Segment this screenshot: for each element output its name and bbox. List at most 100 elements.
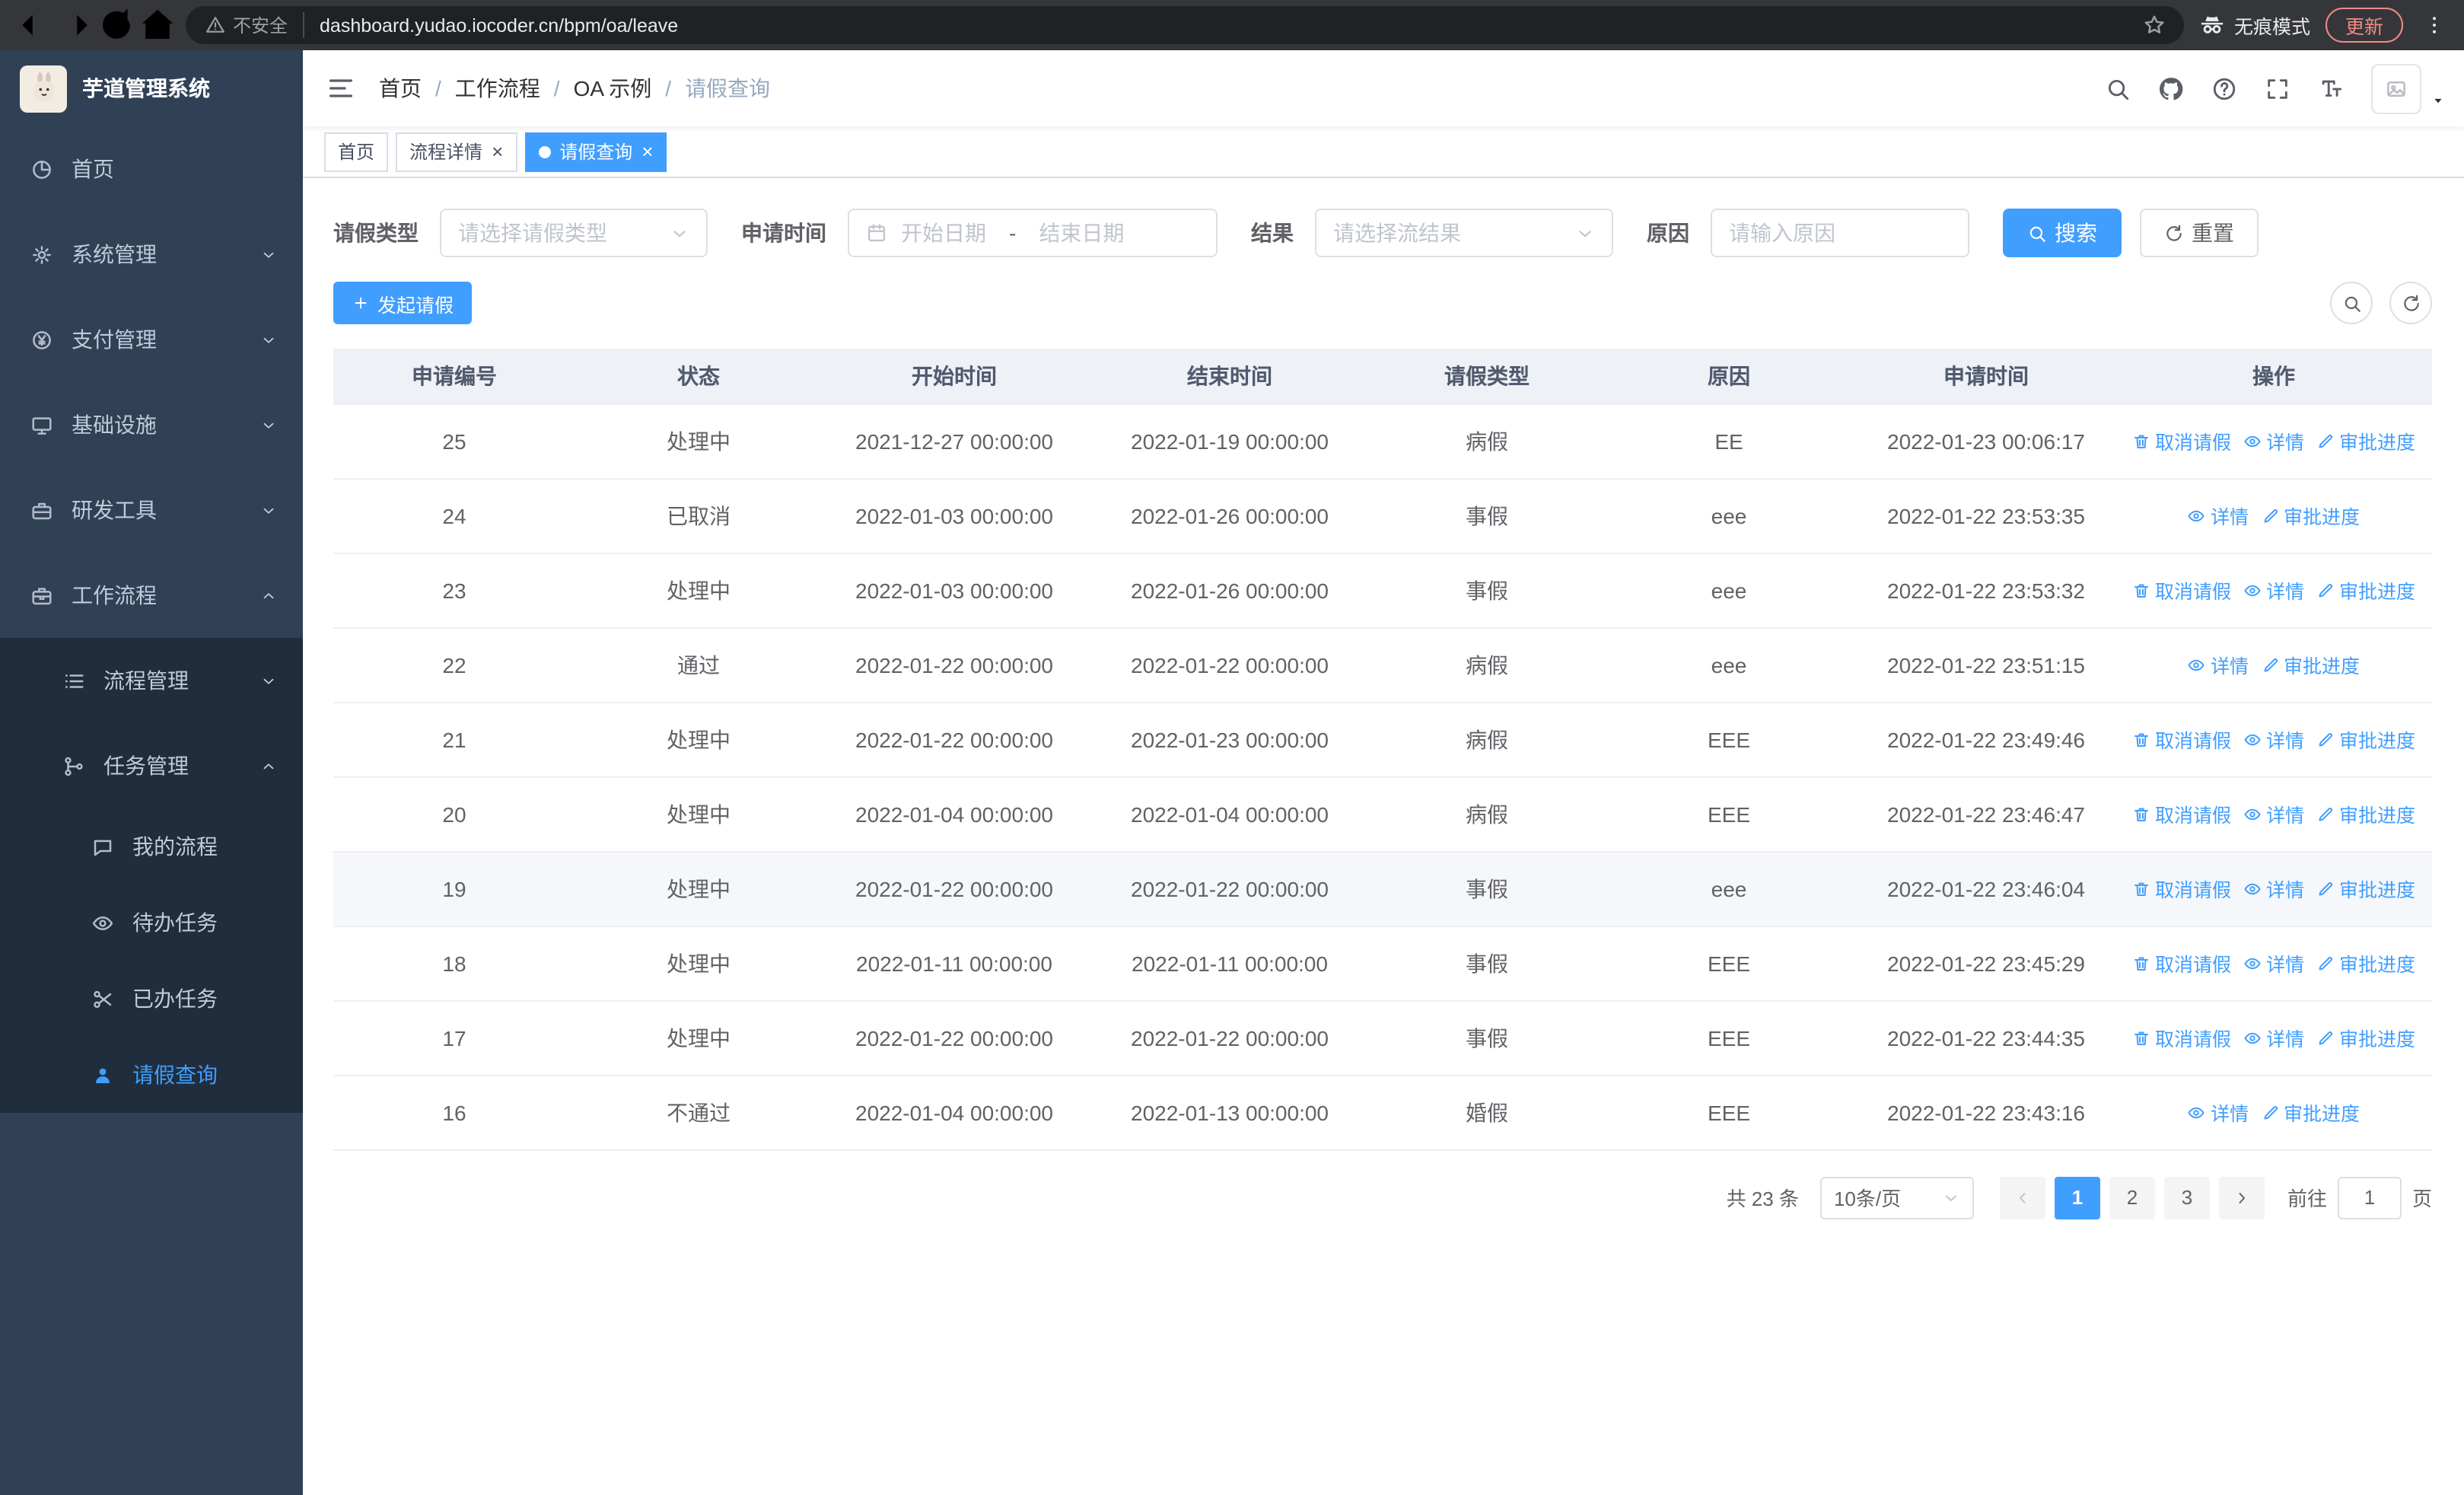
viewport: 不安全 dashboard.yudao.iocoder.cn/bpm/oa/le… [0,0,2464,1495]
approval-progress-link[interactable]: 审批进度 [2316,799,2415,828]
tab-home[interactable]: 首页 [324,132,389,171]
security-indicator[interactable]: 不安全 [205,12,305,38]
approval-progress-link[interactable]: 审批进度 [2316,426,2415,455]
gear-icon [30,243,53,266]
avatar-caret-down-icon[interactable] [2431,93,2446,108]
approval-progress-link[interactable]: 审批进度 [2316,575,2415,604]
approval-progress-link[interactable]: 审批进度 [2316,725,2415,754]
result-select[interactable]: 请选择流结果 [1315,209,1613,257]
table-row: 16 不通过 2022-01-04 00:00:00 2022-01-13 00:00… [333,1075,2432,1150]
sidebar-item-system[interactable]: 系统管理 [0,212,303,297]
close-icon[interactable]: × [492,142,503,161]
sidebar-item-devtools[interactable]: 研发工具 [0,467,303,553]
sidebar-item-process-management[interactable]: 流程管理 [0,638,303,723]
detail-link[interactable]: 详情 [2243,575,2304,604]
cell-actions: 取消请假 详情 审批进度 [2115,1000,2432,1076]
close-icon[interactable]: × [641,142,653,161]
leave-type-select[interactable]: 请选择请假类型 [440,209,708,257]
cancel-leave-link[interactable]: 取消请假 [2132,725,2231,754]
logo[interactable]: 芋道管理系统 [0,50,303,126]
avatar[interactable] [2371,63,2421,113]
breadcrumb-item[interactable]: 首页 [379,73,422,104]
refresh-table-button[interactable] [2389,282,2432,324]
help-icon[interactable] [2198,50,2251,126]
cancel-leave-link[interactable]: 取消请假 [2132,874,2231,903]
approval-progress-link[interactable]: 审批进度 [2261,1098,2360,1127]
forward-icon[interactable] [55,5,96,46]
update-button[interactable]: 更新 [2325,8,2403,43]
font-size-icon[interactable] [2304,50,2357,126]
sidebar-item-leave-query[interactable]: 请假查询 [0,1037,303,1113]
address-bar[interactable]: 不安全 dashboard.yudao.iocoder.cn/bpm/oa/le… [186,6,2184,44]
sidebar-item-task-management[interactable]: 任务管理 [0,723,303,808]
fullscreen-icon[interactable] [2251,50,2304,126]
kebab-menu-icon[interactable] [2418,14,2450,37]
detail-link[interactable]: 详情 [2188,650,2249,679]
toggle-search-button[interactable] [2330,282,2373,324]
home-icon[interactable] [137,5,178,46]
cancel-leave-link[interactable]: 取消请假 [2132,426,2231,455]
create-leave-button[interactable]: 发起请假 [333,282,473,324]
prev-page-button[interactable] [1999,1176,2045,1219]
tab-leave-query[interactable]: 请假查询 × [524,132,667,171]
breadcrumb-item[interactable]: 工作流程 [455,73,540,104]
reset-button[interactable]: 重置 [2140,209,2259,257]
page-button-1[interactable]: 1 [2054,1176,2100,1219]
search-icon[interactable] [2091,50,2144,126]
column-header: 操作 [2115,349,2432,404]
detail-link[interactable]: 详情 [2243,874,2304,903]
sidebar-item-payment[interactable]: 支付管理 [0,297,303,382]
reason-label: 原因 [1647,221,1689,245]
tab-process-detail[interactable]: 流程详情 × [396,132,517,171]
detail-link[interactable]: 详情 [2243,799,2304,828]
page-size-select[interactable]: 10条/页 [1819,1176,1974,1219]
leave-query-icon [91,1063,114,1086]
bookmark-star-icon[interactable] [2132,14,2176,37]
cell-leave-type: 事假 [1373,1000,1601,1076]
cancel-leave-link[interactable]: 取消请假 [2132,948,2231,977]
detail-link[interactable]: 详情 [2243,725,2304,754]
cell-actions: 取消请假 详情 审批进度 [2115,553,2432,628]
detail-link[interactable]: 详情 [2188,1098,2249,1127]
github-icon[interactable] [2144,50,2198,126]
next-page-button[interactable] [2218,1176,2265,1219]
back-icon[interactable] [14,5,55,46]
approval-progress-link[interactable]: 审批进度 [2316,948,2415,977]
page-button-3[interactable]: 3 [2163,1176,2210,1219]
cell-end-time: 2022-01-22 00:00:00 [1087,851,1373,926]
sidebar-item-my-process[interactable]: 我的流程 [0,808,303,885]
breadcrumb-item[interactable]: OA 示例 [574,73,652,104]
cell-leave-type: 事假 [1373,478,1601,553]
sidebar-item-todo-task[interactable]: 待办任务 [0,885,303,961]
cancel-leave-link[interactable]: 取消请假 [2132,799,2231,828]
detail-link[interactable]: 详情 [2188,501,2249,530]
reason-input[interactable] [1729,221,1951,245]
sidebar-toggle-icon[interactable] [303,50,379,126]
eye-icon [2243,1028,2262,1047]
sidebar-item-done-task[interactable]: 已办任务 [0,961,303,1037]
sidebar-item-infrastructure[interactable]: 基础设施 [0,382,303,467]
cell-end-time: 2022-01-26 00:00:00 [1087,553,1373,628]
reload-icon[interactable] [96,5,137,46]
tools-icon [30,499,53,521]
detail-link[interactable]: 详情 [2243,1023,2304,1052]
detail-link[interactable]: 详情 [2243,426,2304,455]
jump-page-input[interactable] [2337,1176,2402,1219]
approval-progress-link[interactable]: 审批进度 [2316,874,2415,903]
approval-progress-link[interactable]: 审批进度 [2316,1023,2415,1052]
edit-icon [2316,432,2335,450]
table-row: 21 处理中 2022-01-22 00:00:00 2022-01-23 00:00… [333,702,2432,777]
cancel-leave-link[interactable]: 取消请假 [2132,1023,2231,1052]
approval-progress-link[interactable]: 审批进度 [2261,501,2360,530]
approval-progress-link[interactable]: 审批进度 [2261,650,2360,679]
tab-label: 请假查询 [559,142,633,163]
apply-time-range-picker[interactable]: 开始日期 - 结束日期 [848,209,1218,257]
cancel-leave-link[interactable]: 取消请假 [2132,575,2231,604]
page-size-label: 10条/页 [1833,1187,1902,1210]
page-button-2[interactable]: 2 [2109,1176,2155,1219]
search-button[interactable]: 搜索 [2003,209,2122,257]
sidebar-item-workflow[interactable]: 工作流程 [0,553,303,638]
sidebar-item-home[interactable]: 首页 [0,126,303,212]
detail-link[interactable]: 详情 [2243,948,2304,977]
column-header: 开始时间 [822,349,1087,404]
